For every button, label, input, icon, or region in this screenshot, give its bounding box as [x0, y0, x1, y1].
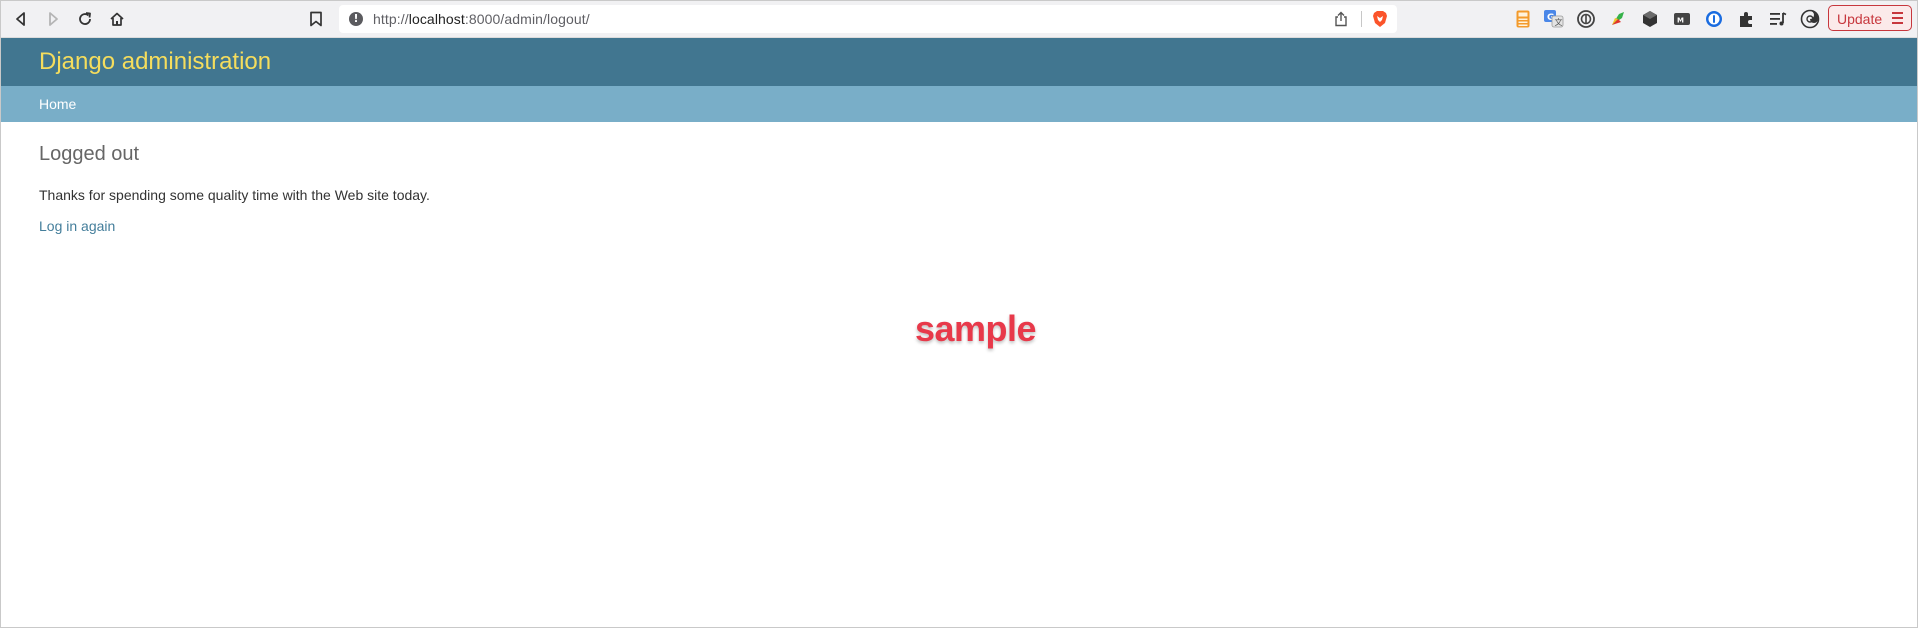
info-icon[interactable]: !	[349, 12, 363, 26]
menu-icon	[1892, 12, 1903, 24]
site-branding[interactable]: Django administration	[39, 48, 271, 76]
translate-extension-icon[interactable]: G文	[1544, 9, 1564, 29]
home-icon	[110, 12, 124, 26]
svg-text:文: 文	[1555, 17, 1563, 27]
puzzle-extensions-icon[interactable]	[1736, 9, 1756, 29]
breadcrumb-home-link[interactable]: Home	[39, 96, 76, 112]
site-header: Django administration	[1, 38, 1917, 86]
card-extension-icon[interactable]: M	[1672, 9, 1692, 29]
page-title: Logged out	[39, 143, 140, 165]
home-button[interactable]	[103, 5, 131, 33]
url-text[interactable]: http://localhost:8000/admin/logout/	[373, 11, 590, 27]
password-manager-extension-icon[interactable]	[1704, 9, 1724, 29]
share-icon[interactable]	[1333, 11, 1349, 27]
browser-window: ! http://localhost:8000/admin/logout/ G文	[0, 0, 1918, 628]
bookmark-button[interactable]	[302, 5, 330, 33]
address-bar[interactable]: ! http://localhost:8000/admin/logout/	[339, 5, 1397, 33]
playlist-icon[interactable]	[1768, 9, 1788, 29]
reload-button[interactable]	[71, 5, 99, 33]
address-divider	[1361, 11, 1362, 27]
forward-button[interactable]	[39, 5, 67, 33]
1password-extension-icon[interactable]	[1576, 9, 1596, 29]
brave-shield-icon[interactable]	[1371, 10, 1389, 28]
logout-message: Thanks for spending some quality time wi…	[39, 187, 430, 203]
wallet-icon[interactable]	[1800, 9, 1820, 29]
reload-icon	[79, 12, 91, 25]
url-path: :8000/admin/logout/	[464, 11, 590, 27]
log-in-again-link[interactable]: Log in again	[39, 218, 115, 234]
forward-arrow-icon	[49, 12, 58, 26]
browser-toolbar: ! http://localhost:8000/admin/logout/ G文	[1, 1, 1917, 38]
back-arrow-icon	[16, 12, 25, 26]
breadcrumb: Home	[1, 86, 1917, 122]
sample-watermark: sample	[915, 308, 1037, 349]
bookmark-icon	[310, 11, 322, 27]
calculator-extension-icon[interactable]	[1513, 9, 1533, 29]
green-leaf-extension-icon[interactable]	[1608, 9, 1628, 29]
dark-cube-extension-icon[interactable]	[1640, 9, 1660, 29]
update-button[interactable]: Update	[1828, 5, 1912, 31]
back-button[interactable]	[7, 5, 35, 33]
update-label: Update	[1837, 11, 1883, 27]
url-host: localhost	[408, 11, 465, 27]
svg-text:M: M	[1677, 17, 1684, 25]
url-scheme: http://	[373, 11, 409, 27]
